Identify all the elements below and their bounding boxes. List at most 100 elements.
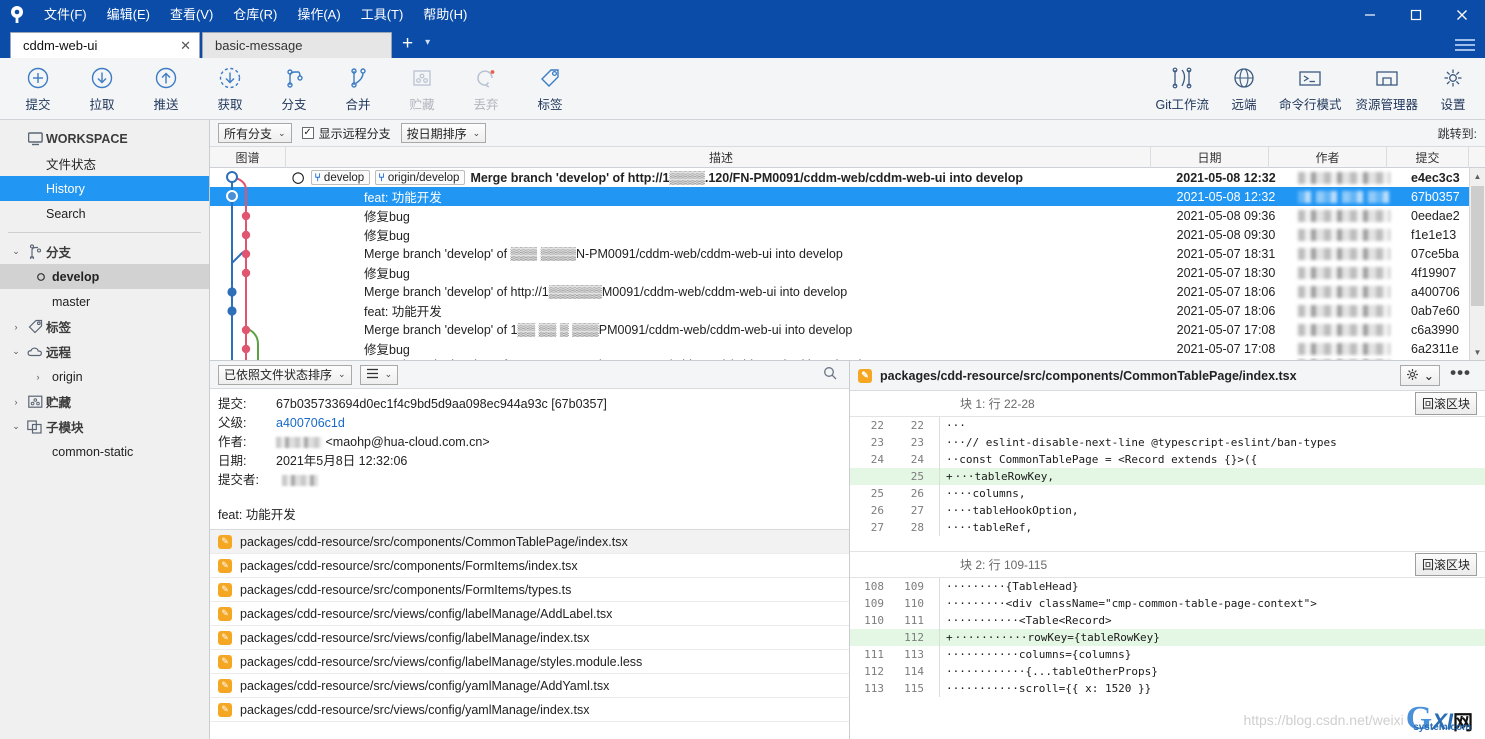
- table-row[interactable]: 修复bug 2021-05-07 18:30 4f19907: [210, 263, 1485, 282]
- fetch-button[interactable]: 获取: [198, 60, 262, 118]
- list-item[interactable]: ✎ packages/cdd-resource/src/views/config…: [210, 674, 849, 698]
- list-item[interactable]: ✎ packages/cdd-resource/src/components/F…: [210, 578, 849, 602]
- sidebar-item-common-static[interactable]: common-static: [0, 439, 209, 464]
- table-row[interactable]: 修复bug 2021-05-07 17:08 6a2311e: [210, 339, 1485, 358]
- table-row[interactable]: Merge branch 'develop' of ▒▒▒ ▒▒▒▒N-PM00…: [210, 244, 1485, 263]
- chevron-right-icon[interactable]: ›: [8, 322, 24, 332]
- maximize-button[interactable]: [1393, 0, 1439, 30]
- close-button[interactable]: [1439, 0, 1485, 30]
- diff-line: 25 26 ····columns,: [850, 485, 1485, 502]
- parent-commit-link[interactable]: a400706c1d: [276, 416, 345, 430]
- table-row[interactable]: ◯ ⑂ develop ⑂ origin/develop Merge branch …: [210, 168, 1485, 187]
- diff-settings-button[interactable]: ⌄: [1399, 365, 1441, 386]
- sidebar-item-history[interactable]: History: [0, 176, 209, 201]
- discard-button[interactable]: 丢弃: [454, 60, 518, 118]
- app-menu-icon[interactable]: [1455, 36, 1475, 54]
- menu-view[interactable]: 查看(V): [160, 0, 223, 30]
- list-item[interactable]: ✎ packages/cdd-resource/src/views/config…: [210, 602, 849, 626]
- show-remote-branches-checkbox[interactable]: ✓ 显示远程分支: [301, 125, 391, 142]
- sidebar-section-tags[interactable]: › 标签: [0, 314, 209, 339]
- scrollbar-thumb[interactable]: [1471, 186, 1484, 306]
- sidebar-item-develop[interactable]: develop: [0, 264, 209, 289]
- sidebar-item-master[interactable]: master: [0, 289, 209, 314]
- log-vertical-scrollbar[interactable]: ▲ ▼: [1469, 168, 1485, 360]
- field-key: 作者:: [218, 435, 247, 449]
- search-icon[interactable]: [823, 366, 837, 383]
- branch-filter-dropdown[interactable]: 所有分支 ⌄: [218, 123, 292, 143]
- explorer-button[interactable]: 资源管理器: [1348, 60, 1425, 118]
- menu-edit[interactable]: 编辑(E): [97, 0, 160, 30]
- sidebar-item-search[interactable]: Search: [0, 201, 209, 226]
- list-item[interactable]: ✎ packages/cdd-resource/src/views/config…: [210, 650, 849, 674]
- table-row[interactable]: Merge branch 'develop' of http://1▒▒▒▒▒▒…: [210, 282, 1485, 301]
- rollback-hunk-button[interactable]: 回滚区块: [1414, 392, 1477, 415]
- list-item[interactable]: ✎ packages/cdd-resource/src/components/C…: [210, 530, 849, 554]
- table-row[interactable]: feat: 功能开发 2021-05-07 18:06 0ab7e60: [210, 301, 1485, 320]
- tab-basic-message[interactable]: basic-message: [202, 32, 392, 58]
- list-item[interactable]: ✎ packages/cdd-resource/src/components/F…: [210, 554, 849, 578]
- commit-button[interactable]: 提交: [6, 60, 70, 118]
- stash-button[interactable]: 贮藏: [390, 60, 454, 118]
- field-value[interactable]: a400706c1d: [276, 414, 345, 433]
- sidebar-item-file-status[interactable]: 文件状态: [0, 151, 209, 176]
- sidebar-section-remotes[interactable]: ⌄ 远程: [0, 339, 209, 364]
- menu-tools[interactable]: 工具(T): [351, 0, 414, 30]
- tab-close-icon[interactable]: ✕: [166, 38, 191, 54]
- chevron-down-icon[interactable]: ⌄: [8, 246, 24, 257]
- table-row[interactable]: 修复bug 2021-05-08 09:36 0eedae2: [210, 206, 1485, 225]
- gitflow-button[interactable]: Git工作流: [1148, 60, 1215, 118]
- terminal-button[interactable]: 命令行模式: [1272, 60, 1349, 118]
- view-mode-dropdown[interactable]: ⌄: [359, 364, 399, 385]
- modified-file-icon: ✎: [858, 368, 872, 383]
- sidebar-item-origin[interactable]: › origin: [0, 364, 209, 389]
- sidebar-section-submodules[interactable]: ⌄ 子模块: [0, 414, 209, 439]
- table-row[interactable]: 修复bug 2021-05-08 09:30 f1e1e13: [210, 225, 1485, 244]
- chevron-down-icon[interactable]: ⌄: [8, 346, 24, 357]
- table-row[interactable]: Merge branch 'develop' of 1▒▒ ▒▒ ▒ ▒▒▒PM…: [210, 320, 1485, 339]
- column-header-author[interactable]: 作者: [1269, 146, 1387, 168]
- chevron-right-icon[interactable]: ›: [30, 372, 46, 382]
- old-line-number: 27: [870, 521, 884, 534]
- column-header-date[interactable]: 日期: [1151, 146, 1269, 168]
- sidebar-section-branches[interactable]: ⌄ 分支: [0, 239, 209, 264]
- menu-actions[interactable]: 操作(A): [287, 0, 350, 30]
- branch-button[interactable]: 分支: [262, 60, 326, 118]
- ref-tag-develop[interactable]: ⑂ develop: [311, 170, 371, 185]
- chevron-right-icon[interactable]: ›: [8, 397, 24, 407]
- rollback-hunk-button[interactable]: 回滚区块: [1414, 553, 1477, 576]
- settings-button[interactable]: 设置: [1425, 60, 1481, 118]
- scroll-down-arrow-icon[interactable]: ▼: [1470, 344, 1485, 360]
- merge-button[interactable]: 合并: [326, 60, 390, 118]
- remote-button[interactable]: 远端: [1216, 60, 1272, 118]
- tag-button[interactable]: 标签: [518, 60, 582, 118]
- table-row[interactable]: feat: 功能开发 2021-05-08 12:32 67b0357: [210, 187, 1485, 206]
- list-item[interactable]: ✎ packages/cdd-resource/src/views/config…: [210, 698, 849, 722]
- file-sort-dropdown[interactable]: 已依照文件状态排序 ⌄: [218, 364, 352, 385]
- author-name-redacted: [276, 437, 322, 449]
- new-line-number: 111: [904, 614, 924, 627]
- minimize-button[interactable]: [1347, 0, 1393, 30]
- chevron-down-icon[interactable]: ⌄: [8, 421, 24, 432]
- tab-dropdown-icon[interactable]: ▾: [421, 37, 436, 52]
- graph-cell: [210, 206, 286, 225]
- scroll-up-arrow-icon[interactable]: ▲: [1470, 168, 1485, 184]
- column-header-description[interactable]: 描述: [286, 146, 1151, 168]
- new-line-number: 112: [904, 631, 924, 644]
- tab-cddm-web-ui[interactable]: cddm-web-ui ✕: [10, 32, 200, 58]
- pull-button[interactable]: 拉取: [70, 60, 134, 118]
- list-item[interactable]: ✎ packages/cdd-resource/src/views/config…: [210, 626, 849, 650]
- table-row[interactable]: Merge branch 'develop' of 172.16.120.120…: [210, 358, 1485, 360]
- menu-file[interactable]: 文件(F): [34, 0, 97, 30]
- menu-help[interactable]: 帮助(H): [413, 0, 477, 30]
- sort-order-dropdown[interactable]: 按日期排序 ⌄: [400, 123, 487, 143]
- date-cell: 2021-05-07 18:31: [1176, 246, 1276, 261]
- sidebar-workspace-header[interactable]: WORKSPACE: [0, 126, 209, 151]
- menu-repository[interactable]: 仓库(R): [223, 0, 287, 30]
- add-tab-button[interactable]: +: [394, 34, 421, 55]
- sidebar-section-stashes[interactable]: › 贮藏: [0, 389, 209, 414]
- push-button[interactable]: 推送: [134, 60, 198, 118]
- ref-tag-origin-develop[interactable]: ⑂ origin/develop: [375, 170, 466, 185]
- more-dots-icon[interactable]: •••: [1448, 363, 1477, 389]
- column-header-commit[interactable]: 提交: [1387, 146, 1469, 168]
- column-header-graph[interactable]: 图谱: [210, 146, 286, 168]
